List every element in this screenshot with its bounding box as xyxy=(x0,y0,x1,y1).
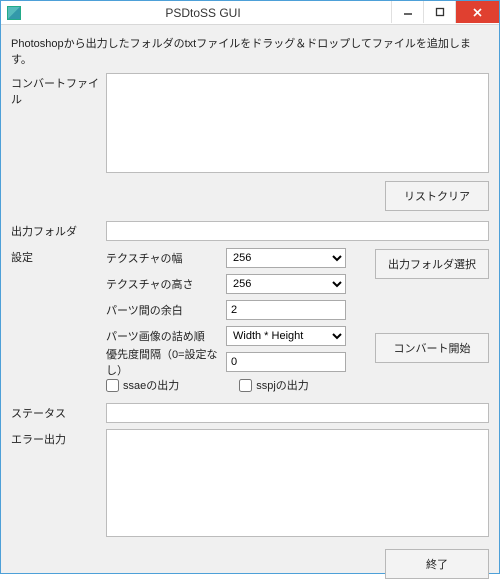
tex-width-label: テクスチャの幅 xyxy=(106,250,226,266)
choose-output-folder-button[interactable]: 出力フォルダ選択 xyxy=(375,249,489,279)
parts-pack-label: パーツ画像の詰め順 xyxy=(106,328,226,344)
maximize-icon xyxy=(435,7,445,17)
priority-gap-input[interactable] xyxy=(226,352,346,372)
titlebar: PSDtoSS GUI xyxy=(1,1,499,25)
minimize-icon xyxy=(403,7,413,17)
exit-row: 終了 xyxy=(11,549,489,579)
tex-height-label: テクスチャの高さ xyxy=(106,276,226,292)
parts-margin-input[interactable] xyxy=(226,300,346,320)
output-folder-label: 出力フォルダ xyxy=(11,221,106,239)
convert-file-label: コンバートファイル xyxy=(11,73,106,107)
priority-gap-label: 優先度間隔（0=設定なし） xyxy=(106,346,226,378)
settings-buttons: 出力フォルダ選択 コンバート開始 xyxy=(375,247,489,363)
error-output-row: エラー出力 xyxy=(11,429,489,537)
priority-gap-row: 優先度間隔（0=設定なし） xyxy=(106,351,365,373)
status-field xyxy=(106,403,489,423)
close-icon xyxy=(472,7,483,18)
convert-file-list[interactable] xyxy=(106,73,489,173)
parts-margin-label: パーツ間の余白 xyxy=(106,302,226,318)
sspj-checkbox[interactable] xyxy=(239,379,252,392)
convert-file-row: コンバートファイル xyxy=(11,73,489,173)
status-label: ステータス xyxy=(11,403,106,421)
parts-pack-select[interactable]: Width * Height xyxy=(226,326,346,346)
output-folder-row: 出力フォルダ xyxy=(11,221,489,241)
convert-start-button[interactable]: コンバート開始 xyxy=(375,333,489,363)
tex-width-select[interactable]: 256 xyxy=(226,248,346,268)
parts-margin-row: パーツ間の余白 xyxy=(106,299,365,321)
sspj-checkbox-wrap[interactable]: sspjの出力 xyxy=(239,377,309,393)
list-clear-row: リストクリア xyxy=(11,181,489,211)
app-icon xyxy=(7,6,21,20)
settings-panel: テクスチャの幅 256 テクスチャの高さ 256 パーツ間の余白 パーツ画像の詰… xyxy=(106,247,375,393)
ssae-checkbox-label: ssaeの出力 xyxy=(123,377,179,393)
maximize-button[interactable] xyxy=(423,1,455,23)
instruction-text: Photoshopから出力したフォルダのtxtファイルをドラッグ＆ドロップしてフ… xyxy=(11,35,489,67)
settings-row: 設定 テクスチャの幅 256 テクスチャの高さ 256 パーツ間の余白 パーツ画… xyxy=(11,247,489,393)
tex-height-select[interactable]: 256 xyxy=(226,274,346,294)
tex-width-row: テクスチャの幅 256 xyxy=(106,247,365,269)
close-button[interactable] xyxy=(455,1,499,23)
ssae-checkbox-wrap[interactable]: ssaeの出力 xyxy=(106,377,179,393)
minimize-button[interactable] xyxy=(391,1,423,23)
client-area: Photoshopから出力したフォルダのtxtファイルをドラッグ＆ドロップしてフ… xyxy=(1,25,499,573)
window-buttons xyxy=(391,1,499,23)
tex-height-row: テクスチャの高さ 256 xyxy=(106,273,365,295)
exit-button[interactable]: 終了 xyxy=(385,549,489,579)
ssae-checkbox[interactable] xyxy=(106,379,119,392)
checkbox-row: ssaeの出力 sspjの出力 xyxy=(106,377,365,393)
error-output-label: エラー出力 xyxy=(11,429,106,447)
error-output-field xyxy=(106,429,489,537)
status-row: ステータス xyxy=(11,403,489,423)
list-clear-button[interactable]: リストクリア xyxy=(385,181,489,211)
sspj-checkbox-label: sspjの出力 xyxy=(256,377,309,393)
parts-pack-row: パーツ画像の詰め順 Width * Height xyxy=(106,325,365,347)
settings-label: 設定 xyxy=(11,247,106,265)
output-folder-field[interactable] xyxy=(106,221,489,241)
